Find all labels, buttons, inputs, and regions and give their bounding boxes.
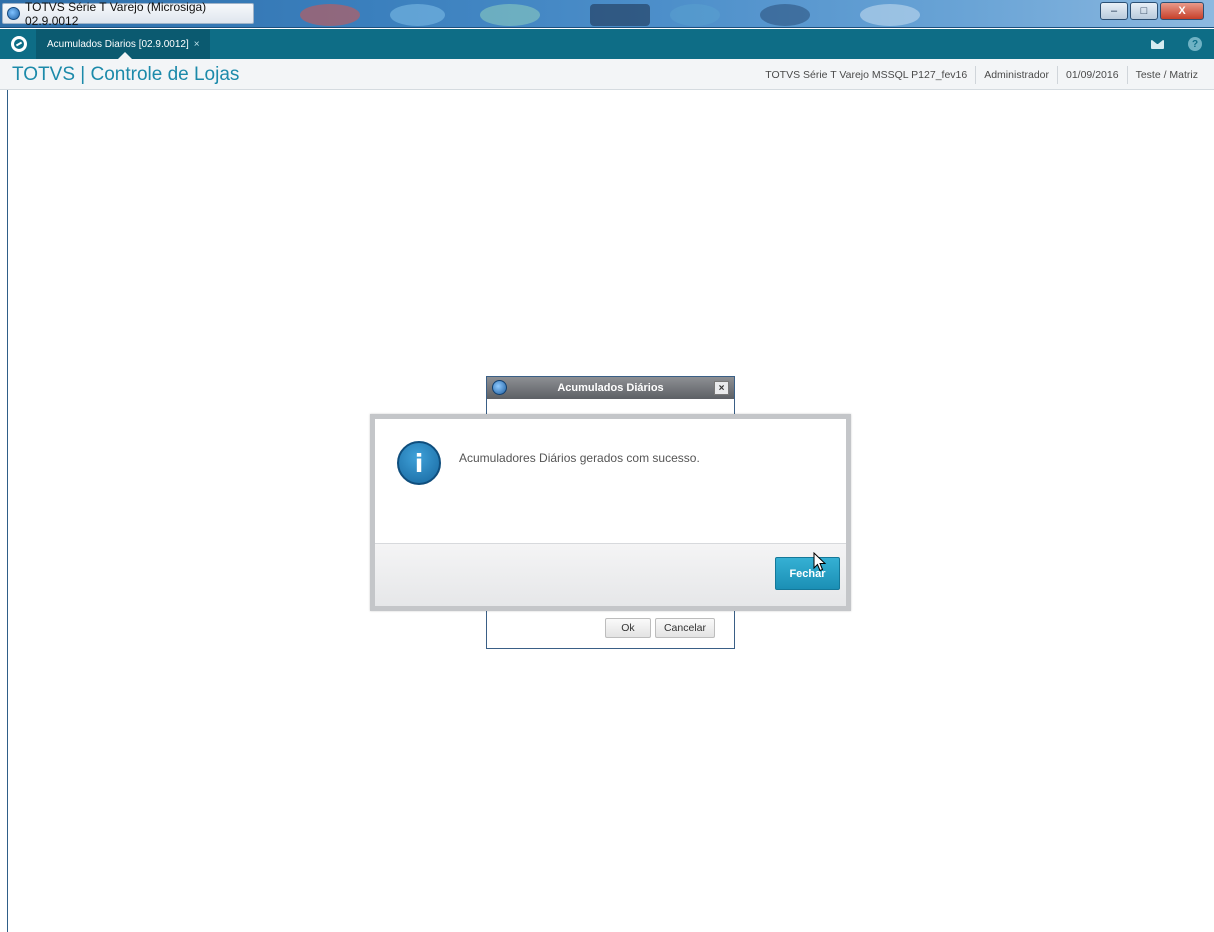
active-tab-pointer [118, 52, 132, 59]
acumulados-dialog-titlebar[interactable]: Acumulados Diários × [487, 377, 734, 399]
window-close-button[interactable]: X [1160, 2, 1204, 20]
cancel-button[interactable]: Cancelar [654, 618, 715, 638]
taskbar-blob [390, 4, 445, 26]
taskbar-blob [760, 4, 810, 26]
tab-close-icon[interactable]: × [194, 39, 200, 50]
environment-label[interactable]: TOTVS Série T Varejo MSSQL P127_fev16 [757, 66, 975, 84]
message-dialog: i Acumuladores Diários gerados com suces… [370, 414, 851, 611]
taskbar-blob [480, 4, 540, 26]
branch-label[interactable]: Teste / Matriz [1126, 65, 1206, 84]
message-body: i Acumuladores Diários gerados com suces… [375, 419, 846, 543]
left-frame-border [0, 90, 8, 932]
help-icon[interactable]: ? [1188, 37, 1202, 51]
minimize-button[interactable]: – [1100, 2, 1128, 20]
mail-icon[interactable] [1151, 40, 1164, 49]
ok-button[interactable]: Ok [604, 618, 651, 638]
app-header: TOTVS | Controle de Lojas TOTVS Série T … [0, 59, 1214, 90]
taskbar-blob [670, 4, 720, 26]
taskbar-blob [860, 4, 920, 26]
user-label[interactable]: Administrador [975, 65, 1057, 84]
totvs-logo-icon [492, 380, 507, 395]
message-text: Acumuladores Diários gerados com sucesso… [459, 451, 700, 465]
info-icon: i [397, 441, 441, 485]
totvs-logo-icon [7, 7, 20, 20]
acumulados-dialog-buttons: Ok Cancelar [604, 618, 715, 638]
home-icon[interactable] [11, 36, 27, 52]
message-footer: Fechar [375, 543, 846, 606]
acumulados-dialog-close-icon[interactable]: × [714, 381, 729, 395]
acumulados-dialog-title: Acumulados Diários [557, 382, 664, 394]
window-controls: – □ X [1100, 2, 1204, 20]
tab-label: Acumulados Diarios [02.9.0012] [47, 38, 189, 50]
window-title: TOTVS Série T Varejo (Microsiga) 02.9.00… [2, 0, 254, 28]
tab-bar: Acumulados Diarios [02.9.0012] × ? [0, 29, 1214, 59]
app-title: TOTVS | Controle de Lojas [12, 64, 240, 85]
date-label[interactable]: 01/09/2016 [1057, 65, 1127, 84]
window-title-text: TOTVS Série T Varejo (Microsiga) 02.9.00… [25, 0, 207, 28]
mouse-cursor-icon [813, 552, 827, 572]
fechar-button[interactable]: Fechar [775, 557, 840, 590]
taskbar-blob [590, 4, 650, 26]
window-titlebar[interactable]: TOTVS Série T Varejo (Microsiga) 02.9.00… [0, 0, 1214, 28]
session-info: TOTVS Série T Varejo MSSQL P127_fev16 Ad… [757, 59, 1206, 90]
maximize-button[interactable]: □ [1130, 2, 1158, 20]
taskbar-blob [300, 4, 360, 26]
